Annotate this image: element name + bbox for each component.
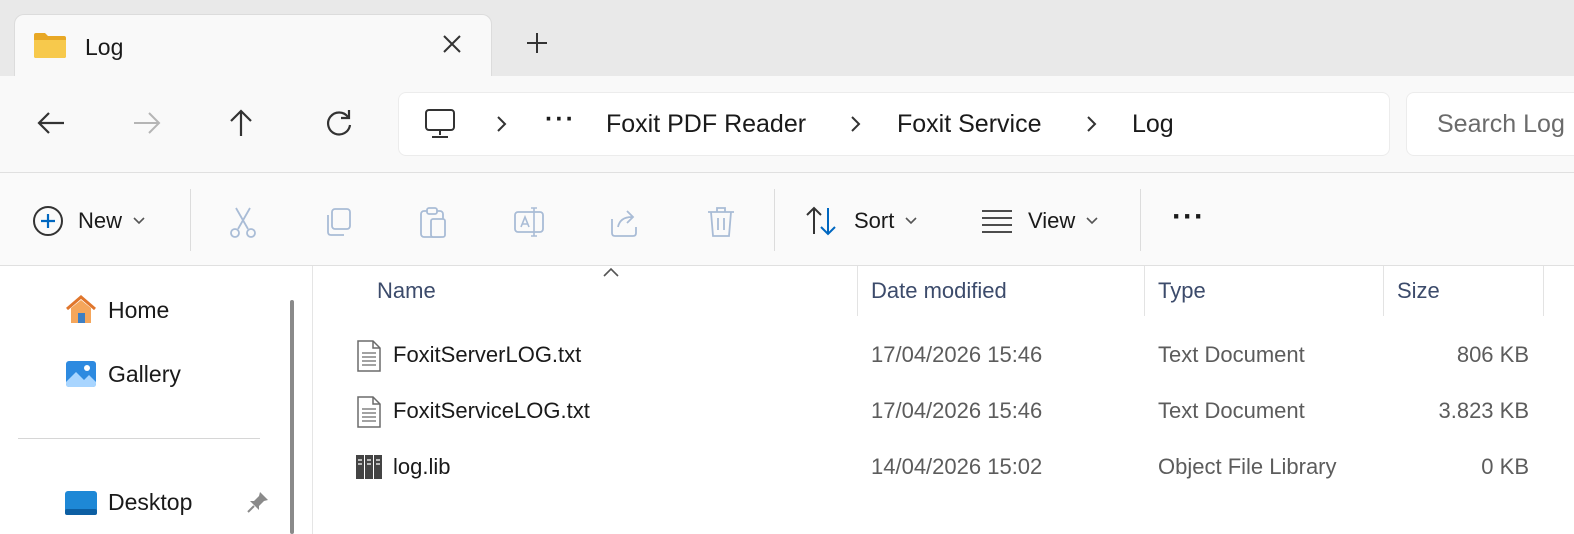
view-list-icon	[982, 210, 1012, 233]
sidebar-item-home[interactable]: Home	[64, 292, 169, 328]
file-row[interactable]: log.lib 14/04/2026 15:02 Object File Lib…	[313, 440, 1574, 496]
column-header-name[interactable]: Name	[377, 278, 436, 304]
address-bar[interactable]: ··· Foxit PDF Reader Foxit Service Log	[398, 92, 1390, 156]
close-icon[interactable]	[439, 31, 465, 57]
sidebar-item-label: Desktop	[108, 488, 193, 515]
sidebar-scrollbar[interactable]	[290, 300, 294, 534]
breadcrumb-log[interactable]: Log	[1132, 110, 1174, 139]
search-placeholder: Search Log	[1437, 110, 1565, 138]
sidebar-item-gallery[interactable]: Gallery	[64, 356, 181, 392]
delete-icon[interactable]	[704, 205, 738, 239]
copy-icon[interactable]	[322, 205, 356, 239]
sidebar-item-label: Gallery	[108, 360, 181, 387]
file-row[interactable]: FoxitServiceLOG.txt 17/04/2026 15:46 Tex…	[313, 384, 1574, 440]
column-header-size[interactable]: Size	[1397, 278, 1440, 304]
file-row[interactable]: FoxitServerLOG.txt 17/04/2026 15:46 Text…	[313, 328, 1574, 384]
file-name: log.lib	[393, 454, 451, 479]
tab-title: Log	[85, 34, 124, 60]
file-type: Object File Library	[1158, 454, 1337, 479]
pin-icon[interactable]	[246, 490, 270, 514]
toolbar-divider	[1140, 189, 1141, 251]
file-type: Text Document	[1158, 342, 1305, 367]
sidebar-item-desktop[interactable]: Desktop	[64, 484, 192, 520]
tab-log[interactable]: Log	[14, 14, 492, 76]
breadcrumb-overflow[interactable]: ···	[545, 105, 576, 134]
chevron-down-icon	[133, 217, 145, 225]
home-icon	[66, 295, 96, 323]
tab-bar: Log	[0, 0, 1574, 76]
desktop-icon	[65, 491, 97, 515]
share-icon[interactable]	[608, 205, 642, 239]
toolbar-divider	[190, 189, 191, 251]
column-header-type[interactable]: Type	[1158, 278, 1206, 304]
more-options-button[interactable]: ···	[1172, 199, 1205, 235]
sort-ascending-caret-icon[interactable]	[601, 266, 621, 278]
search-box[interactable]: Search Log	[1406, 92, 1574, 156]
sort-button[interactable]: Sort	[804, 203, 918, 239]
sort-icon	[806, 206, 836, 236]
plus-circle-icon	[33, 206, 63, 236]
chevron-down-icon	[1086, 217, 1098, 225]
cut-icon[interactable]	[226, 205, 260, 239]
chevron-down-icon	[905, 217, 917, 225]
library-icon	[356, 455, 382, 479]
file-list: Name Date modified Type Size FoxitServer…	[312, 266, 1574, 534]
file-size: 3.823 KB	[1438, 398, 1529, 423]
file-type: Text Document	[1158, 398, 1305, 423]
sidebar-item-label: Home	[108, 296, 170, 323]
this-pc-icon[interactable]	[423, 107, 457, 141]
file-size: 0 KB	[1481, 454, 1529, 479]
text-document-icon	[357, 396, 381, 428]
new-label: New	[78, 208, 123, 233]
rename-icon[interactable]	[512, 205, 546, 239]
back-arrow-icon[interactable]	[34, 106, 68, 140]
up-arrow-icon[interactable]	[224, 106, 258, 140]
file-name: FoxitServerLOG.txt	[393, 342, 582, 367]
command-bar: New Sort View ···	[0, 172, 1574, 266]
chevron-right-icon[interactable]	[1081, 113, 1101, 135]
file-name: FoxitServiceLOG.txt	[393, 398, 590, 423]
file-size: 806 KB	[1456, 342, 1529, 367]
new-button[interactable]: New	[32, 203, 146, 239]
breadcrumb-foxit-pdf-reader[interactable]: Foxit PDF Reader	[606, 110, 806, 139]
more-options-icon: ···	[1172, 200, 1205, 233]
column-divider[interactable]	[1144, 266, 1145, 316]
view-label: View	[1028, 208, 1076, 233]
chevron-right-icon[interactable]	[491, 113, 511, 135]
text-document-icon	[357, 340, 381, 372]
sort-label: Sort	[854, 208, 895, 233]
folder-icon	[34, 33, 66, 58]
column-header-date-modified[interactable]: Date modified	[871, 278, 1007, 304]
refresh-icon[interactable]	[322, 106, 356, 140]
breadcrumb-foxit-service[interactable]: Foxit Service	[897, 110, 1041, 139]
sidebar-divider	[18, 438, 260, 439]
gallery-icon	[66, 361, 96, 387]
forward-arrow-icon[interactable]	[130, 106, 164, 140]
view-button[interactable]: View	[980, 203, 1099, 239]
column-divider[interactable]	[857, 266, 858, 316]
paste-icon[interactable]	[416, 205, 450, 239]
file-date-modified: 17/04/2026 15:46	[871, 342, 1043, 367]
navigation-pane: Home Gallery Desktop	[0, 266, 312, 534]
column-divider[interactable]	[1543, 266, 1544, 316]
navigation-bar: ··· Foxit PDF Reader Foxit Service Log S…	[0, 76, 1574, 172]
file-date-modified: 14/04/2026 15:02	[871, 454, 1043, 479]
toolbar-divider	[774, 189, 775, 251]
new-tab-icon[interactable]	[524, 30, 550, 56]
file-date-modified: 17/04/2026 15:46	[871, 398, 1043, 423]
column-divider[interactable]	[1383, 266, 1384, 316]
chevron-right-icon[interactable]	[845, 113, 865, 135]
